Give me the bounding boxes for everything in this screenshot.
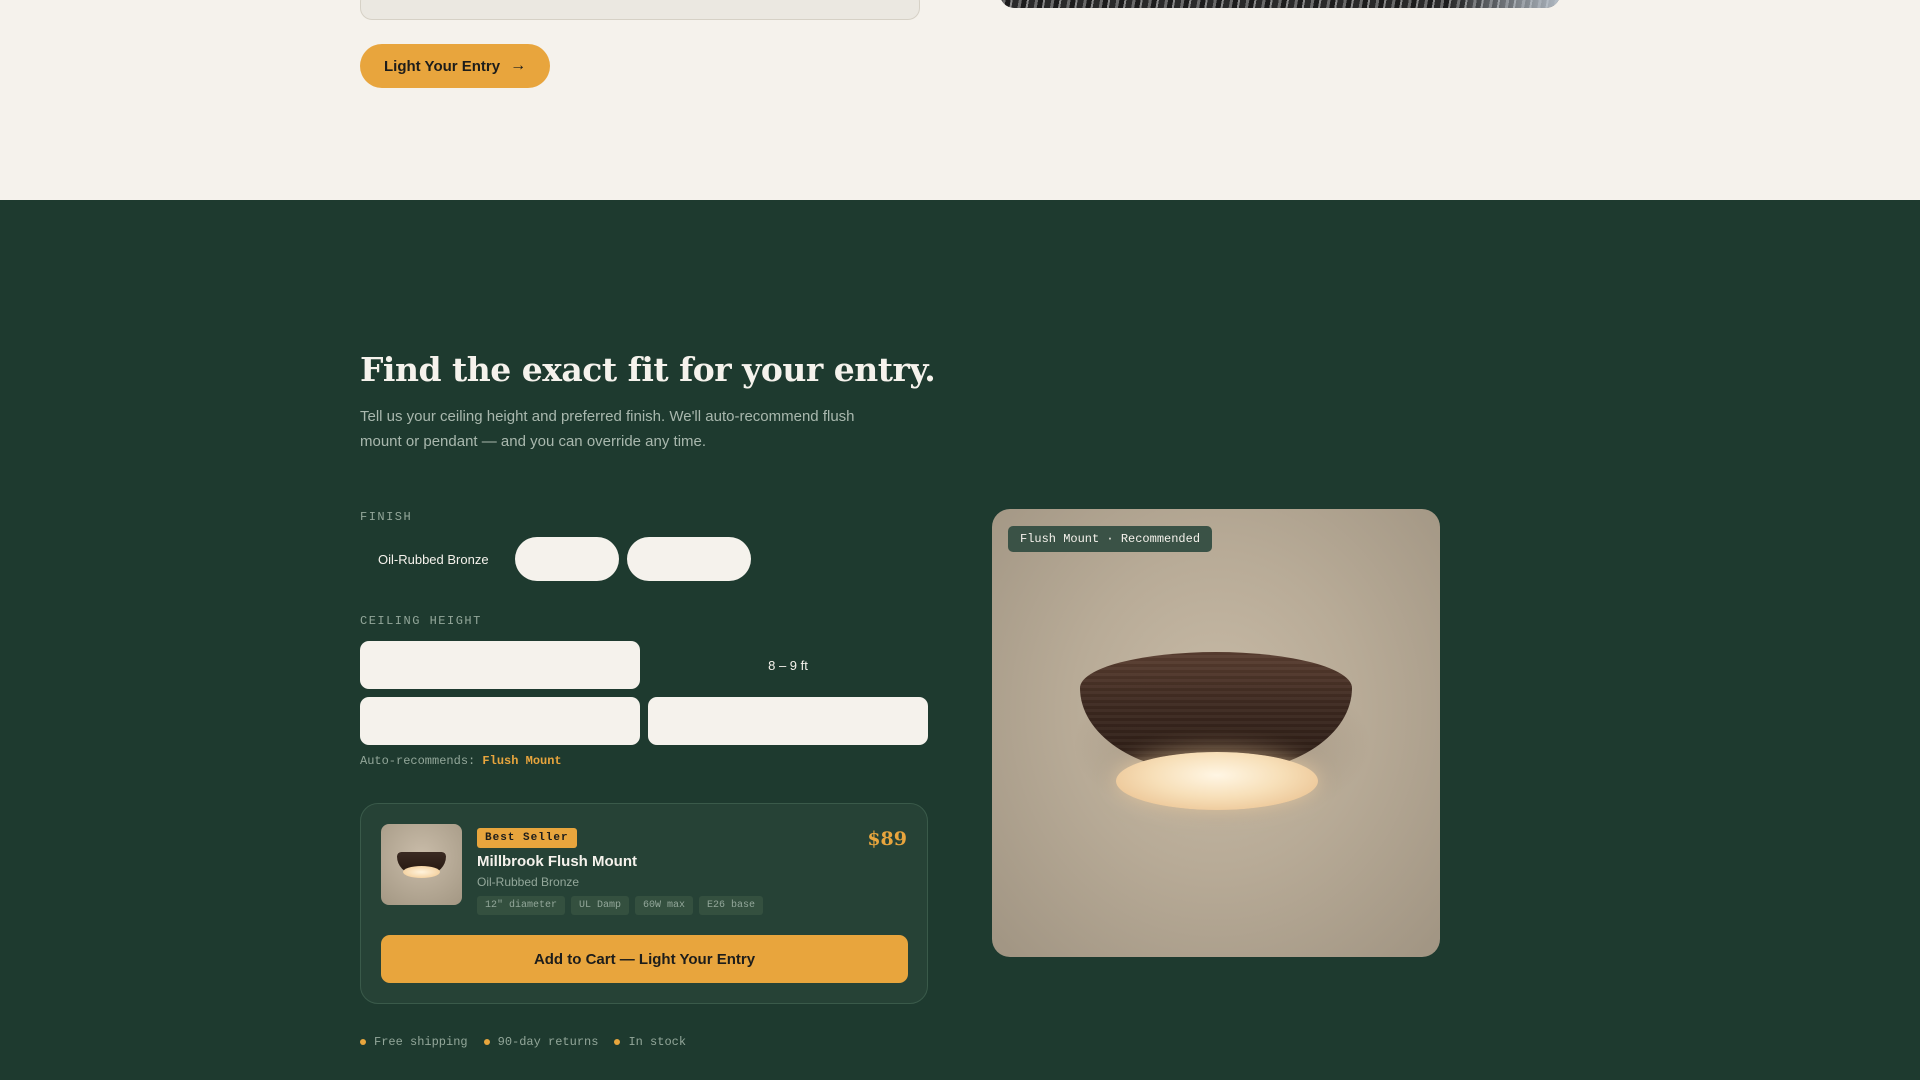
preview-label: Flush Mount · Recommended: [1008, 526, 1213, 552]
fixture-preview-image: Flush Mount · Recommended: [992, 509, 1440, 957]
top-input-field[interactable]: [360, 0, 920, 20]
arrow-right-icon: →: [510, 57, 527, 74]
thumbnail-fixture-glow: [403, 866, 440, 878]
product-card: Best Seller Millbrook Flush Mount Oil-Ru…: [360, 803, 928, 1004]
bullet-dot-icon: [360, 1039, 366, 1045]
autorec-value: Flush Mount: [482, 754, 562, 768]
autorec-prefix: Auto-recommends:: [360, 754, 476, 768]
auto-recommendation: Auto-recommends: Flush Mount: [360, 754, 562, 768]
spec-tag: 12" diameter: [477, 896, 566, 915]
perk-item: In stock: [614, 1035, 686, 1049]
finish-option-3[interactable]: [626, 537, 751, 581]
best-seller-badge: Best Seller: [477, 828, 577, 848]
spec-tag: E26 base: [699, 896, 764, 915]
ceiling-height-label: CEILING HEIGHT: [360, 614, 482, 628]
section-headline: Find the exact fit for your entry.: [360, 350, 936, 389]
light-your-entry-label: Light Your Entry: [384, 57, 501, 75]
add-to-cart-button[interactable]: Add to Cart — Light Your Entry: [381, 935, 908, 983]
bullet-dot-icon: [483, 1039, 490, 1045]
height-option-3[interactable]: [360, 697, 640, 745]
height-option-8-9ft[interactable]: 8 – 9 ft: [648, 641, 928, 689]
section-subhead: Tell us your ceiling height and preferre…: [360, 408, 855, 450]
perks-list: Free shipping 90-day returns In stock: [360, 1035, 686, 1049]
ceiling-height-options: 8 – 9 ft: [360, 641, 928, 745]
fit-finder-section: Find the exact fit for your entry. Tell …: [0, 200, 1920, 1080]
finish-options: Oil-Rubbed Bronze: [360, 537, 751, 581]
finish-label: FINISH: [360, 510, 413, 524]
finish-option-oil-rubbed-bronze[interactable]: Oil-Rubbed Bronze: [360, 537, 507, 581]
perk-item: 90-day returns: [483, 1035, 599, 1049]
top-section: Light Your Entry →: [0, 0, 1920, 200]
product-price: $89: [867, 828, 907, 850]
perk-item: Free shipping: [360, 1035, 468, 1049]
perk-text: 90-day returns: [497, 1035, 599, 1049]
height-option-4[interactable]: [648, 697, 928, 745]
spec-tag: 60W max: [635, 896, 694, 915]
light-your-entry-button[interactable]: Light Your Entry →: [360, 44, 551, 88]
product-finish: Oil-Rubbed Bronze: [477, 875, 580, 889]
product-specs: 12" diameter UL Damp 60W max E26 base: [477, 896, 764, 915]
perk-text: Free shipping: [374, 1035, 468, 1049]
finish-option-2[interactable]: [514, 537, 619, 581]
top-product-image: [1000, 0, 1560, 8]
bullet-dot-icon: [614, 1039, 621, 1045]
product-thumbnail: [381, 824, 462, 905]
fixture-light-glow: [1116, 752, 1318, 810]
perk-text: In stock: [628, 1035, 687, 1049]
product-name: Millbrook Flush Mount: [477, 853, 637, 870]
height-option-1[interactable]: [360, 641, 640, 689]
spec-tag: UL Damp: [571, 896, 630, 915]
